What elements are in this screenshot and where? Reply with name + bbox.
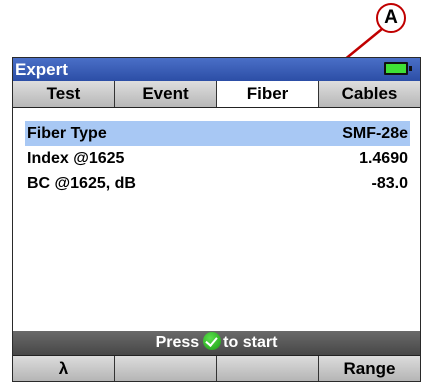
softkey-range[interactable]: Range [318, 356, 420, 381]
device-screen: Expert Test Event Fiber Cables Fiber Typ… [12, 57, 421, 382]
row-label: BC @1625, dB [27, 175, 136, 192]
row-label: Fiber Type [27, 125, 107, 142]
tab-fiber[interactable]: Fiber [216, 81, 318, 107]
window-title: Expert [15, 60, 68, 79]
status-bar: Press to start [13, 331, 420, 355]
tab-cables[interactable]: Cables [318, 81, 420, 107]
fiber-settings-list: Fiber Type SMF-28e Index @1625 1.4690 BC… [25, 121, 410, 196]
row-fiber-type[interactable]: Fiber Type SMF-28e [25, 121, 410, 146]
callout-a: A [376, 3, 406, 33]
softkey-wavelength[interactable]: λ [13, 356, 114, 381]
row-value: 1.4690 [359, 150, 408, 167]
title-bar: Expert [13, 58, 420, 81]
softkey-bar: λ Range [13, 355, 420, 381]
row-value: SMF-28e [342, 125, 408, 142]
row-value: -83.0 [371, 175, 408, 192]
battery-icon [384, 62, 408, 75]
battery-terminal-icon [409, 66, 412, 71]
callout-label: A [384, 7, 398, 28]
row-backscatter[interactable]: BC @1625, dB -83.0 [25, 171, 410, 196]
softkey-2[interactable] [114, 356, 216, 381]
tab-test[interactable]: Test [13, 81, 114, 107]
row-label: Index @1625 [27, 150, 125, 167]
status-suffix: to start [223, 334, 278, 351]
softkey-3[interactable] [216, 356, 318, 381]
tab-bar: Test Event Fiber Cables [13, 81, 420, 108]
tab-event[interactable]: Event [114, 81, 216, 107]
green-check-icon [203, 332, 222, 351]
status-prefix: Press [155, 334, 200, 351]
row-index[interactable]: Index @1625 1.4690 [25, 146, 410, 171]
